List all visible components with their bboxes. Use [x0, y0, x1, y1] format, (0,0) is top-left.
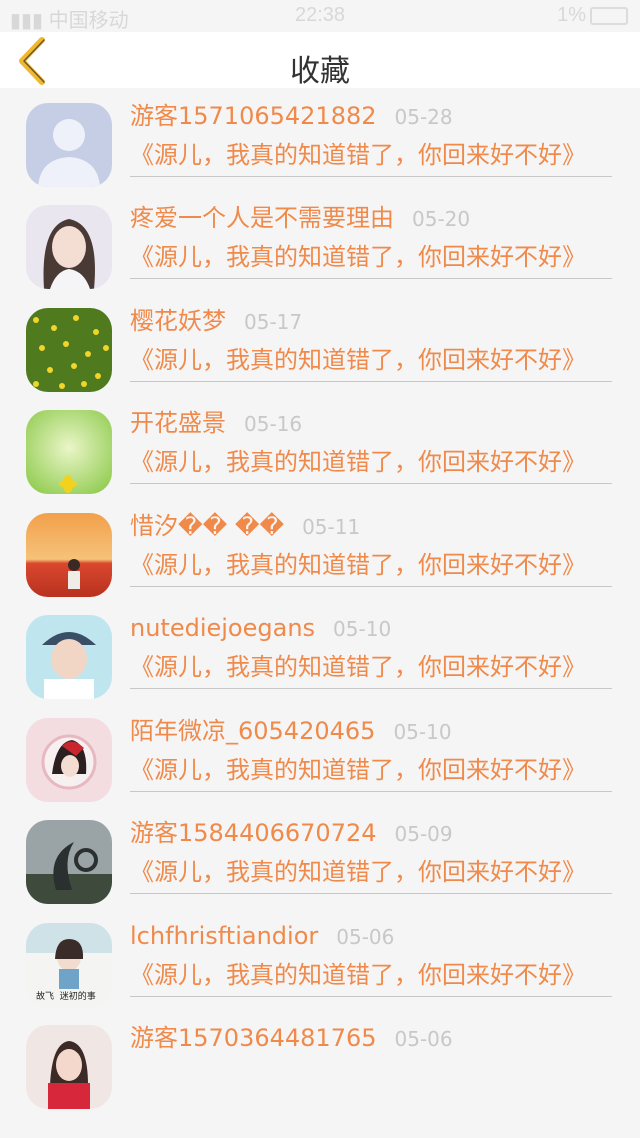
avatar[interactable]: [26, 512, 112, 597]
name-line: nutediejoegans 05-10: [130, 611, 391, 645]
divider: [130, 483, 612, 484]
user-name[interactable]: lchfhrisftiandior: [130, 922, 318, 950]
avatar[interactable]: [26, 717, 112, 802]
avatar[interactable]: 故飞 迷初的事: [26, 922, 112, 1007]
post-date: 05-06: [336, 924, 395, 949]
list-item[interactable]: 开花盛景 05-16 《源儿，我真的知道错了，你回来好不好》: [0, 398, 640, 501]
name-line: lchfhrisftiandior 05-06: [130, 919, 394, 953]
divider: [130, 893, 612, 894]
divider: [130, 380, 612, 382]
battery-indicator: 1%: [557, 4, 628, 27]
favorites-list: 妞儿_70948257005-30《源儿，我真的知道错了，你回来好不好》 游客1…: [0, 0, 640, 1116]
avatar[interactable]: [26, 1025, 112, 1109]
list-item[interactable]: 樱花妖梦 05-17 《源儿，我真的知道错了，你回来好不好》: [0, 296, 640, 399]
battery-icon: [590, 6, 628, 25]
divider: [130, 688, 612, 689]
user-name[interactable]: 惜汐�� ��: [130, 512, 284, 540]
status-time: 22:38: [294, 4, 346, 26]
list-item[interactable]: 游客1571065421882 05-28 《源儿，我真的知道错了，你回来好不好》: [0, 91, 640, 194]
favorite-title-link[interactable]: 《源儿，我真的知道错了，你回来好不好》: [130, 445, 586, 479]
avatar[interactable]: [26, 410, 112, 494]
divider: [130, 585, 612, 587]
svg-text:故飞 迷初的事: 故飞 迷初的事: [36, 990, 96, 1002]
divider: [130, 995, 612, 997]
avatar[interactable]: [26, 205, 112, 289]
status-bar: ▮▮▮ 中国移动 22:38 1%: [0, 0, 640, 32]
favorite-title-link[interactable]: 《源儿，我真的知道错了，你回来好不好》: [130, 548, 586, 582]
favorite-title-link[interactable]: 《源儿，我真的知道错了，你回来好不好》: [130, 240, 586, 274]
name-line: 樱花妖梦 05-17: [130, 304, 302, 338]
favorite-title-link[interactable]: 《源儿，我真的知道错了，你回来好不好》: [130, 855, 586, 889]
user-name[interactable]: 陌年微凉_605420465: [130, 717, 375, 745]
user-name[interactable]: nutediejoegans: [130, 614, 315, 642]
user-name[interactable]: 游客1571065421882: [130, 102, 377, 130]
avatar[interactable]: [26, 307, 112, 392]
list-item[interactable]: 陌年微凉_605420465 05-10 《源儿，我真的知道错了，你回来好不好》: [0, 706, 640, 809]
avatar[interactable]: [26, 615, 112, 699]
avatar[interactable]: [26, 820, 112, 904]
favorite-title-link[interactable]: 《源儿，我真的知道错了，你回来好不好》: [130, 753, 586, 787]
name-line: 疼爱一个人是不需要理由 05-20: [130, 201, 470, 235]
favorite-title-link[interactable]: 《源儿，我真的知道错了，你回来好不好》: [130, 958, 586, 992]
user-name[interactable]: 疼爱一个人是不需要理由: [130, 204, 394, 232]
nav-bar: 收藏: [0, 32, 640, 89]
name-line: 开花盛景 05-16: [130, 406, 302, 440]
battery-percent: 1%: [557, 4, 586, 26]
post-date: 05-20: [412, 207, 471, 231]
list-item[interactable]: 游客1584406670724 05-09 《源儿，我真的知道错了，你回来好不好》: [0, 808, 640, 911]
name-line: 陌年微凉_605420465 05-10: [130, 714, 452, 748]
user-name[interactable]: 游客1584406670724: [130, 819, 377, 847]
list-item[interactable]: nutediejoegans 05-10 《源儿，我真的知道错了，你回来好不好》: [0, 603, 640, 706]
list-item[interactable]: 故飞 迷初的事 lchfhrisftiandior 05-06 《源儿，我真的知道错了…: [0, 911, 640, 1014]
divider: [130, 278, 612, 279]
post-date: 05-28: [394, 104, 453, 129]
name-line: 惜汐�� �� 05-11: [130, 509, 360, 543]
name-line: 游客1584406670724 05-09: [130, 816, 453, 850]
favorite-title-link[interactable]: 《源儿，我真的知道错了，你回来好不好》: [130, 343, 586, 377]
favorite-title-link[interactable]: 《源儿，我真的知道错了，你回来好不好》: [130, 138, 586, 172]
user-name[interactable]: 樱花妖梦: [130, 307, 226, 335]
post-date: 05-06: [394, 1027, 453, 1051]
post-date: 05-10: [333, 617, 392, 641]
post-date: 05-11: [302, 514, 361, 539]
post-date: 05-17: [244, 309, 303, 334]
user-name[interactable]: 开花盛景: [130, 409, 226, 437]
name-line: 游客1570364481765 05-06: [130, 1021, 453, 1055]
divider: [130, 175, 612, 177]
list-item[interactable]: 游客1570364481765 05-06: [0, 1013, 640, 1116]
list-item[interactable]: 疼爱一个人是不需要理由 05-20 《源儿，我真的知道错了，你回来好不好》: [0, 193, 640, 296]
name-line: 游客1571065421882 05-28: [130, 99, 453, 133]
favorite-title-link[interactable]: 《源儿，我真的知道错了，你回来好不好》: [130, 650, 586, 684]
divider: [130, 790, 612, 792]
post-date: 05-16: [244, 412, 303, 436]
list-item[interactable]: 惜汐�� �� 05-11 《源儿，我真的知道错了，你回来好不好》: [0, 501, 640, 604]
post-date: 05-09: [394, 822, 453, 846]
avatar[interactable]: [26, 102, 112, 187]
page-title: 收藏: [290, 54, 350, 89]
user-name[interactable]: 游客1570364481765: [130, 1024, 377, 1052]
post-date: 05-10: [393, 719, 452, 744]
